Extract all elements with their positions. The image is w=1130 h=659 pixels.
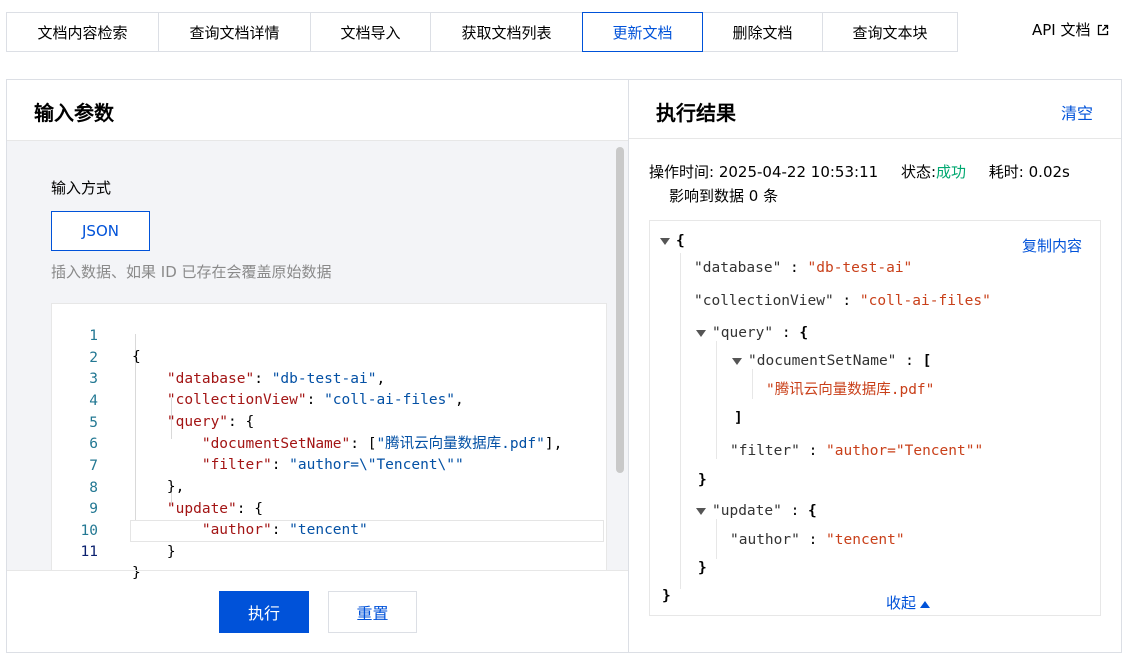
json-root-close: } <box>662 588 671 604</box>
clear-button[interactable]: 清空 <box>1061 100 1093 124</box>
collapse-triangle-icon[interactable] <box>696 329 706 337</box>
tab-doc-detail[interactable]: 查询文档详情 <box>158 12 310 52</box>
json-object-close: } <box>698 472 707 488</box>
duration-label: 耗时: <box>988 163 1024 181</box>
tab-delete-doc[interactable]: 删除文档 <box>703 12 822 52</box>
code-line: 5 "documentSetName": ["腾讯云向量数据库.pdf"], <box>52 392 606 452</box>
tree-guide <box>716 341 717 459</box>
panel-title-result: 执行结果 <box>656 101 736 125</box>
affected-rows: 影响到数据 0 条 <box>669 187 779 205</box>
tab-query-chunks[interactable]: 查询文本块 <box>822 12 958 52</box>
line-number: 11 <box>80 544 98 560</box>
api-doc-label: API 文档 <box>1032 21 1091 39</box>
json-viewer: 复制内容 { "database" : "db-test-ai" "collec… <box>649 220 1101 616</box>
chevron-up-icon <box>920 600 931 608</box>
json-entry-author: "author" : "tencent" <box>730 532 905 548</box>
code-line: 9 "author": "tencent" <box>52 478 606 538</box>
tree-guide <box>752 369 753 399</box>
result-panel: 执行结果 清空 操作时间: 2025-04-22 10:53:11 状态:成功 … <box>628 79 1122 653</box>
collapse-triangle-icon[interactable] <box>696 507 706 515</box>
duration-value: 0.02s <box>1028 163 1070 181</box>
json-mode-button[interactable]: JSON <box>51 211 150 251</box>
json-root-open[interactable]: { <box>660 231 685 251</box>
json-array-close: ] <box>734 410 743 426</box>
input-mode-label: 输入方式 <box>51 179 112 197</box>
json-entry-collection: "collectionView" : "coll-ai-files" <box>694 293 991 309</box>
json-entry-update[interactable]: "update" : { <box>696 501 817 521</box>
tab-doc-list[interactable]: 获取文档列表 <box>430 12 582 52</box>
tree-guide <box>680 253 681 589</box>
code-line: 8 "update": { <box>52 457 606 517</box>
code-editor[interactable]: 1 { 2 "database": "db-test-ai", 3 "colle… <box>51 303 607 581</box>
json-entry-filter: "filter" : "author="Tencent"" <box>730 443 984 459</box>
input-params-panel: 输入参数 输入方式 JSON 插入数据、如果 ID 已存在会覆盖原始数据 1 {… <box>6 79 629 653</box>
divider <box>7 570 629 571</box>
json-entry-query[interactable]: "query" : { <box>696 323 808 343</box>
api-doc-link[interactable]: API 文档 <box>1032 19 1109 40</box>
time-label: 操作时间: <box>649 163 715 181</box>
tab-doc-search[interactable]: 文档内容检索 <box>6 12 158 52</box>
status-label: 状态: <box>900 163 936 181</box>
collapse-triangle-icon[interactable] <box>732 357 742 365</box>
code-line: 11 } <box>52 521 606 581</box>
json-entry-database: "database" : "db-test-ai" <box>694 260 913 276</box>
panel-title-input: 输入参数 <box>34 101 114 125</box>
scrollbar[interactable] <box>616 147 624 473</box>
copy-content-button[interactable]: 复制内容 <box>1022 235 1082 256</box>
collapse-triangle-icon[interactable] <box>660 237 670 245</box>
time-value: 2025-04-22 10:53:11 <box>718 163 879 181</box>
code-text: } <box>132 544 176 560</box>
tab-update-doc[interactable]: 更新文档 <box>582 12 703 52</box>
reset-button[interactable]: 重置 <box>328 591 417 633</box>
code-line: 4 "query": { <box>52 370 606 430</box>
collapse-button[interactable]: 收起 <box>886 592 931 613</box>
code-line: 10 } <box>52 500 606 560</box>
divider <box>629 138 1121 139</box>
result-meta: 操作时间: 2025-04-22 10:53:11 状态:成功 耗时: 0.02… <box>649 161 1070 182</box>
code-text: } <box>132 565 141 581</box>
code-line: 6 "filter": "author=\"Tencent\"" <box>52 413 606 473</box>
json-object-close: } <box>698 560 707 576</box>
tree-guide <box>716 519 717 559</box>
code-line: 3 "collectionView": "coll-ai-files", <box>52 348 606 408</box>
code-line: 7 }, <box>52 435 606 495</box>
tab-bar: 文档内容检索 查询文档详情 文档导入 获取文档列表 更新文档 删除文档 查询文本… <box>6 12 958 52</box>
json-entry-docset[interactable]: "documentSetName" : [ <box>732 351 931 371</box>
json-entry-docset-item: "腾讯云向量数据库.pdf" <box>766 382 935 398</box>
collapse-label: 收起 <box>886 595 917 612</box>
execute-button[interactable]: 执行 <box>219 591 309 633</box>
status-value: 成功 <box>936 163 967 181</box>
external-link-icon <box>1097 24 1108 35</box>
tab-doc-import[interactable]: 文档导入 <box>310 12 430 52</box>
input-hint: 插入数据、如果 ID 已存在会覆盖原始数据 <box>51 263 332 281</box>
code-line: 1 { <box>52 305 606 365</box>
code-line: 2 "database": "db-test-ai", <box>52 327 606 387</box>
